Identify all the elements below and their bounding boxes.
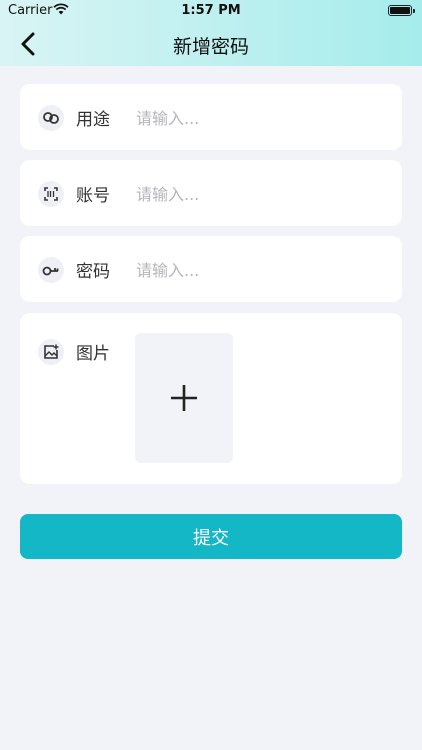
plus-icon: [171, 385, 197, 411]
navigation-bar: 新增密码: [0, 22, 422, 66]
status-time: 1:57 PM: [181, 3, 241, 18]
image-add-icon: [38, 339, 64, 365]
battery-icon: [388, 5, 415, 16]
purpose-label: 用途: [76, 110, 110, 130]
add-image-button[interactable]: [135, 333, 233, 463]
password-label: 密码: [76, 262, 110, 282]
link-icon: [38, 105, 64, 131]
account-label: 账号: [76, 186, 110, 206]
key-icon: [38, 257, 64, 283]
purpose-row: 用途: [20, 84, 402, 150]
account-input[interactable]: [136, 178, 376, 210]
purpose-input[interactable]: [136, 102, 376, 134]
password-input[interactable]: [136, 254, 376, 286]
image-row: 图片: [20, 313, 402, 484]
image-label: 图片: [76, 344, 110, 364]
scan-icon: [38, 181, 64, 207]
page-title: 新增密码: [172, 36, 249, 58]
status-bar: Carrier 1:57 PM: [0, 0, 422, 22]
submit-button[interactable]: 提交: [20, 514, 402, 559]
password-row: 密码: [20, 236, 402, 302]
account-row: 账号: [20, 160, 402, 226]
